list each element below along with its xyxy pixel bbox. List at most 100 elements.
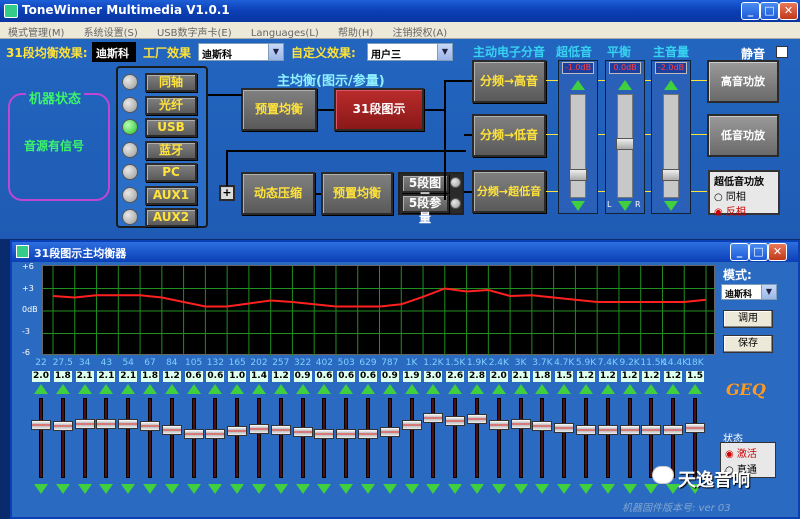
eq-up-arrow-icon[interactable] [470,384,484,394]
balance-slider-knob[interactable] [616,138,634,150]
eq-band-knob[interactable] [183,429,204,439]
eq-maximize-button[interactable]: □ [749,243,768,261]
eq-down-arrow-icon[interactable] [230,484,245,494]
eq-up-arrow-icon[interactable] [666,384,681,394]
menu-mode[interactable]: 模式管理(M) [0,22,72,39]
eq-down-arrow-icon[interactable] [164,484,179,494]
eq-down-arrow-icon[interactable] [513,484,528,494]
source-button-2[interactable]: USB [145,118,197,137]
eq-up-arrow-icon[interactable] [230,384,245,394]
eq-up-arrow-icon[interactable] [557,384,572,394]
eq-up-arrow-icon[interactable] [55,384,70,394]
eq-band-track[interactable] [649,398,654,478]
eq-down-arrow-icon[interactable] [426,484,441,494]
menu-license[interactable]: 注销授权(A) [384,22,455,39]
arrow-down-icon[interactable] [571,201,585,211]
mode-dropdown[interactable]: 迪斯科 ▼ [721,284,777,300]
eq-band-track[interactable] [605,398,610,478]
master-slider-knob[interactable] [662,169,680,181]
save-button[interactable]: 保存 [723,335,773,353]
eq-up-arrow-icon[interactable] [34,384,48,394]
graphic31-button[interactable]: 31段图示 [334,88,424,131]
eq-down-arrow-icon[interactable] [600,484,615,494]
eq-band-track[interactable] [671,398,676,478]
eq-band-track[interactable] [278,398,283,478]
eq-band-knob[interactable] [270,425,291,435]
eq-band-knob[interactable] [619,425,640,435]
eq-up-arrow-icon[interactable] [273,384,288,394]
eq-up-arrow-icon[interactable] [186,384,201,394]
eq-up-arrow-icon[interactable] [143,384,157,394]
eq-down-arrow-icon[interactable] [252,484,266,494]
eq-down-arrow-icon[interactable] [382,484,397,494]
eq-band-knob[interactable] [641,425,662,435]
plus-button[interactable]: + [219,185,235,201]
arrow-down-icon[interactable] [618,201,632,211]
eq-up-arrow-icon[interactable] [448,384,463,394]
eq-down-arrow-icon[interactable] [339,484,354,494]
preset-eq2-button[interactable]: 预置均衡 [321,172,393,215]
master-slider-track[interactable] [663,94,679,198]
eq-band-track[interactable] [584,398,588,478]
eq-band-track[interactable] [409,398,414,478]
eq-band-knob[interactable] [249,424,269,434]
eq-band-track[interactable] [60,398,65,478]
maximize-button[interactable]: □ [760,2,779,20]
eq-down-arrow-icon[interactable] [121,484,136,494]
eq-up-arrow-icon[interactable] [164,384,179,394]
eq-band-knob[interactable] [554,423,575,433]
eq-up-arrow-icon[interactable] [339,384,354,394]
menu-languages[interactable]: Languages(L) [243,26,327,39]
eq-band-knob[interactable] [423,413,444,423]
arrow-up-icon[interactable] [571,80,585,90]
eq-down-arrow-icon[interactable] [448,484,463,494]
eq-band-track[interactable] [169,398,174,478]
source-button-5[interactable]: AUX1 [145,185,197,205]
eq-down-arrow-icon[interactable] [186,484,201,494]
menu-usb[interactable]: USB数字声卡(E) [149,22,240,39]
amp-low-button[interactable]: 低音功放 [707,114,779,157]
eq-up-arrow-icon[interactable] [295,384,310,394]
eq-up-arrow-icon[interactable] [513,384,528,394]
eq-down-arrow-icon[interactable] [622,484,637,494]
eq-down-arrow-icon[interactable] [361,484,375,494]
eq-up-arrow-icon[interactable] [535,384,550,394]
eq-band-track[interactable] [518,398,523,478]
eq-band-track[interactable] [104,398,109,478]
eq-up-arrow-icon[interactable] [121,384,136,394]
eq-down-arrow-icon[interactable] [535,484,550,494]
sub-slider-track[interactable] [570,94,586,198]
eq-band-track[interactable] [126,398,131,478]
eq-band-track[interactable] [300,398,305,478]
eq-up-arrow-icon[interactable] [600,384,615,394]
eq-down-arrow-icon[interactable] [579,484,593,494]
eq-up-arrow-icon[interactable] [99,384,114,394]
eq-band-knob[interactable] [358,429,378,439]
eq-down-arrow-icon[interactable] [99,484,114,494]
eq-band-knob[interactable] [96,419,117,429]
eq-band-track[interactable] [453,398,458,478]
source-button-6[interactable]: AUX2 [145,208,197,227]
custom-dropdown[interactable]: 用户三 ▼ [367,43,453,61]
subamp-option-0[interactable]: ○ 同相 [710,188,778,203]
eq5-graphic-button[interactable]: 5段图示 [401,174,449,205]
eq-band-knob[interactable] [597,425,618,435]
eq-band-track[interactable] [257,398,261,478]
eq-down-arrow-icon[interactable] [295,484,310,494]
eq-band-track[interactable] [562,398,567,478]
eq-band-track[interactable] [82,398,87,478]
eq-band-knob[interactable] [314,429,335,439]
eq-down-arrow-icon[interactable] [317,484,332,494]
subamp-option-1[interactable]: ◉ 反相 [710,203,778,218]
eq-band-track[interactable] [431,398,436,478]
eq-band-track[interactable] [387,398,392,478]
eq-close-button[interactable]: ✕ [768,243,787,261]
eq-up-arrow-icon[interactable] [361,384,375,394]
eq5-param-button[interactable]: 5段参量 [401,194,449,225]
eq-minimize-button[interactable]: _ [730,243,749,261]
arrow-up-icon[interactable] [664,80,678,90]
eq-band-knob[interactable] [685,423,705,433]
eq-down-arrow-icon[interactable] [55,484,70,494]
crossover-sub-button[interactable]: 分频→超低音 [472,170,546,213]
eq-down-arrow-icon[interactable] [143,484,157,494]
